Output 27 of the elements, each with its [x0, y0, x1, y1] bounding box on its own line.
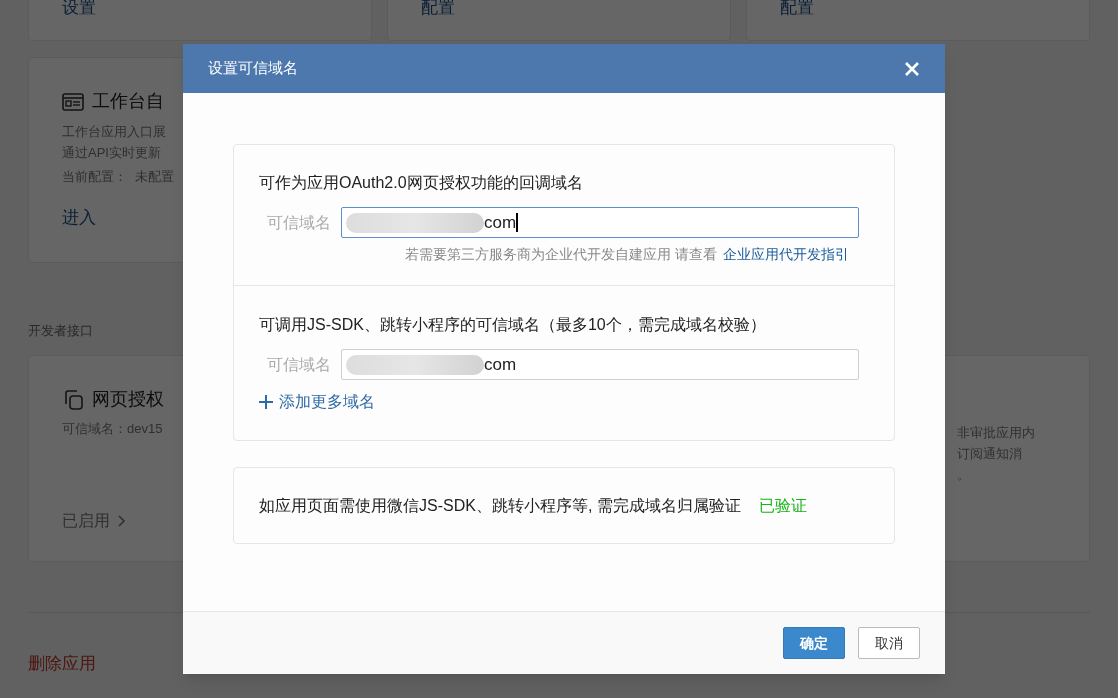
delete-app-link[interactable]: 删除应用: [28, 654, 96, 673]
card-title: 网页授权: [92, 388, 164, 411]
card-title: 工作台自: [92, 90, 164, 113]
domain-input[interactable]: com: [341, 207, 859, 238]
field-label: 可信域名: [266, 212, 331, 233]
plus-icon: [259, 395, 273, 409]
enter-link[interactable]: 进入: [62, 207, 96, 227]
window-icon: [62, 92, 84, 111]
verification-status: 已验证: [758, 495, 807, 516]
section-heading: 可作为应用OAuth2.0网页授权功能的回调域名: [259, 173, 584, 193]
confirm-button[interactable]: 确定: [783, 627, 845, 659]
text-cursor: [516, 213, 518, 232]
dialog-title: 设置可信域名: [208, 58, 298, 79]
verification-text: 如应用页面需使用微信JS-SDK、跳转小程序等, 需完成域名归属验证: [259, 495, 741, 516]
guide-link[interactable]: 企业应用代开发指引: [723, 244, 849, 265]
chevron-right-icon: [118, 514, 126, 527]
hint-text: 若需要第三方服务商为企业代开发自建应用 请查看: [405, 245, 717, 264]
card-link[interactable]: 配置: [780, 0, 814, 17]
close-icon[interactable]: [904, 60, 920, 77]
field-label: 可信域名: [266, 354, 331, 375]
copy-icon: [62, 388, 84, 411]
add-domain-link[interactable]: 添加更多域名: [259, 390, 375, 414]
card-description: 。: [957, 466, 971, 484]
domain-input[interactable]: com: [341, 349, 859, 380]
section-heading: 可调用JS-SDK、跳转小程序的可信域名（最多10个，需完成域名校验）: [259, 315, 767, 335]
card-link[interactable]: 配置: [421, 0, 455, 17]
cancel-button[interactable]: 取消: [858, 627, 920, 659]
